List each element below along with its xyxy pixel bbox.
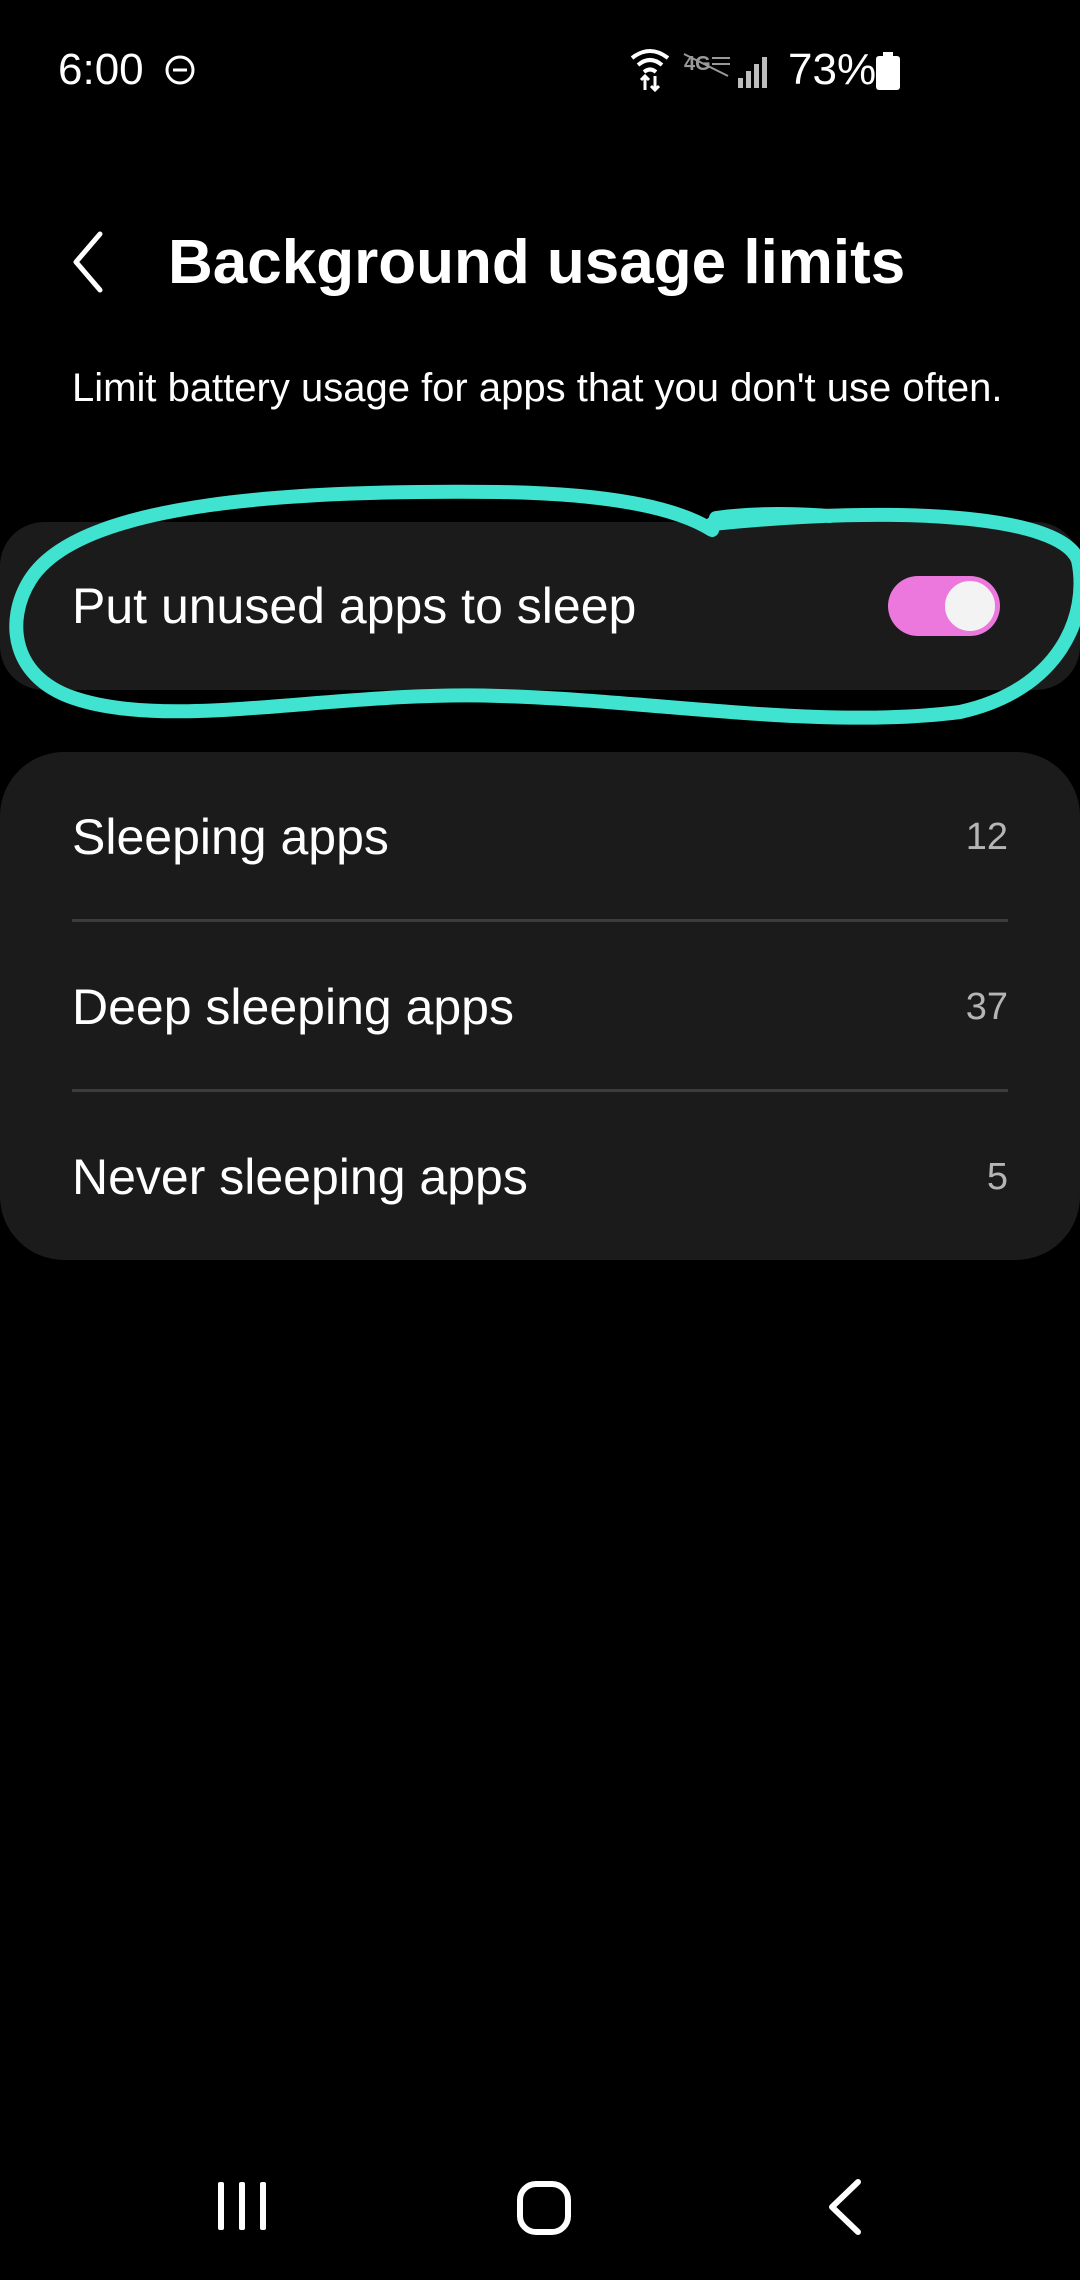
dnd-icon [164,54,196,86]
sleep-toggle-label: Put unused apps to sleep [72,578,637,634]
battery-icon [874,52,902,90]
home-icon [517,2181,571,2235]
status-time: 6:00 [58,45,144,94]
back-button[interactable] [60,222,124,302]
list-item-label: Deep sleeping apps [72,979,514,1035]
list-item-never-sleeping-apps[interactable]: Never sleeping apps 5 [72,1092,1008,1262]
status-bar: 6:00 4G 73% [0,0,1080,140]
nav-back-button[interactable] [822,2178,870,2236]
signal-icon [736,52,774,88]
recents-icon [218,2182,266,2230]
page-title: Background usage limits [168,228,906,297]
app-lists-card: Sleeping apps 12 Deep sleeping apps 37 N… [0,752,1080,1260]
sleep-toggle-switch[interactable] [888,576,1000,636]
page-description: Limit battery usage for apps that you do… [72,366,1003,410]
wifi-icon [630,46,670,93]
home-button[interactable] [516,2180,572,2236]
toggle-knob [942,578,998,634]
lte-icon: 4G [682,50,732,80]
list-item-label: Sleeping apps [72,809,389,865]
battery-percentage: 73% [788,45,877,94]
list-item-count: 37 [965,986,1008,1028]
recents-button[interactable] [214,2180,270,2232]
back-icon [829,2179,861,2235]
list-item-label: Never sleeping apps [72,1149,528,1205]
list-item-sleeping-apps[interactable]: Sleeping apps 12 [72,752,1008,922]
chevron-left-icon [73,231,103,293]
list-item-deep-sleeping-apps[interactable]: Deep sleeping apps 37 [72,922,1008,1092]
list-item-count: 5 [986,1156,1008,1198]
list-item-count: 12 [965,816,1008,858]
